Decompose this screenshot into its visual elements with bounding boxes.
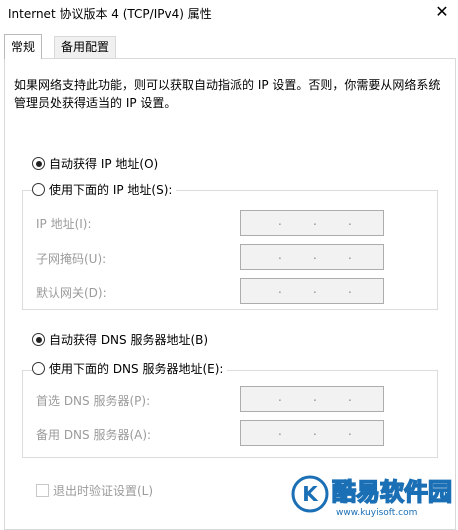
watermark-logo-letter: K [302,482,319,506]
manual-ip-label: 使用下面的 IP 地址(S): [49,183,173,197]
close-icon[interactable]: ✕ [430,0,454,24]
window-title: Internet 协议版本 4 (TCP/IPv4) 属性 [8,7,212,21]
radio-unchecked-icon[interactable] [32,183,45,196]
alternate-dns-field[interactable]: ... [240,420,384,446]
default-gateway-label: 默认网关(D): [36,286,107,300]
ip-address-field[interactable]: ... [240,210,384,236]
watermark-text: 酷易软件园 [332,478,452,506]
auto-ip-radio[interactable]: 自动获得 IP 地址(O) [32,155,158,173]
tab-strip: 常规 备用配置 [0,34,458,59]
manual-ip-radio[interactable]: 使用下面的 IP 地址(S): [32,181,177,199]
validate-on-exit-checkbox[interactable]: 退出时验证设置(L) [36,482,153,499]
default-gateway-field[interactable]: ... [240,278,384,304]
radio-checked-icon[interactable] [32,157,45,170]
auto-dns-radio[interactable]: 自动获得 DNS 服务器地址(B) [32,331,208,349]
preferred-dns-field[interactable]: ... [240,386,384,412]
auto-dns-label: 自动获得 DNS 服务器地址(B) [49,333,209,347]
manual-dns-radio[interactable]: 使用下面的 DNS 服务器地址(E): [32,360,228,378]
preferred-dns-label: 首选 DNS 服务器(P): [36,394,151,408]
radio-checked-icon[interactable] [32,333,45,346]
alternate-dns-label: 备用 DNS 服务器(A): [36,428,152,442]
validate-on-exit-label: 退出时验证设置(L) [53,484,154,498]
manual-dns-label: 使用下面的 DNS 服务器地址(E): [49,362,224,376]
ip-address-label: IP 地址(I): [36,217,92,231]
subnet-mask-field[interactable]: ... [240,244,384,270]
watermark-url: www.kuyisoft.com [336,508,417,518]
auto-ip-label: 自动获得 IP 地址(O) [49,157,159,171]
subnet-mask-label: 子网掩码(U): [36,252,107,266]
radio-unchecked-icon[interactable] [32,362,45,375]
tab-alternate-config[interactable]: 备用配置 [54,36,117,58]
description-text: 如果网络支持此功能，则可以获取自动指派的 IP 设置。否则，你需要从网络系统管理… [14,78,441,110]
checkbox-icon[interactable] [36,484,49,497]
watermark-logo: K 酷易软件园 www.kuyisoft.com [290,470,458,518]
watermark-svg: K 酷易软件园 www.kuyisoft.com [291,475,453,518]
title-bar: Internet 协议版本 4 (TCP/IPv4) 属性 ✕ [0,0,458,30]
tab-general[interactable]: 常规 [4,34,43,59]
